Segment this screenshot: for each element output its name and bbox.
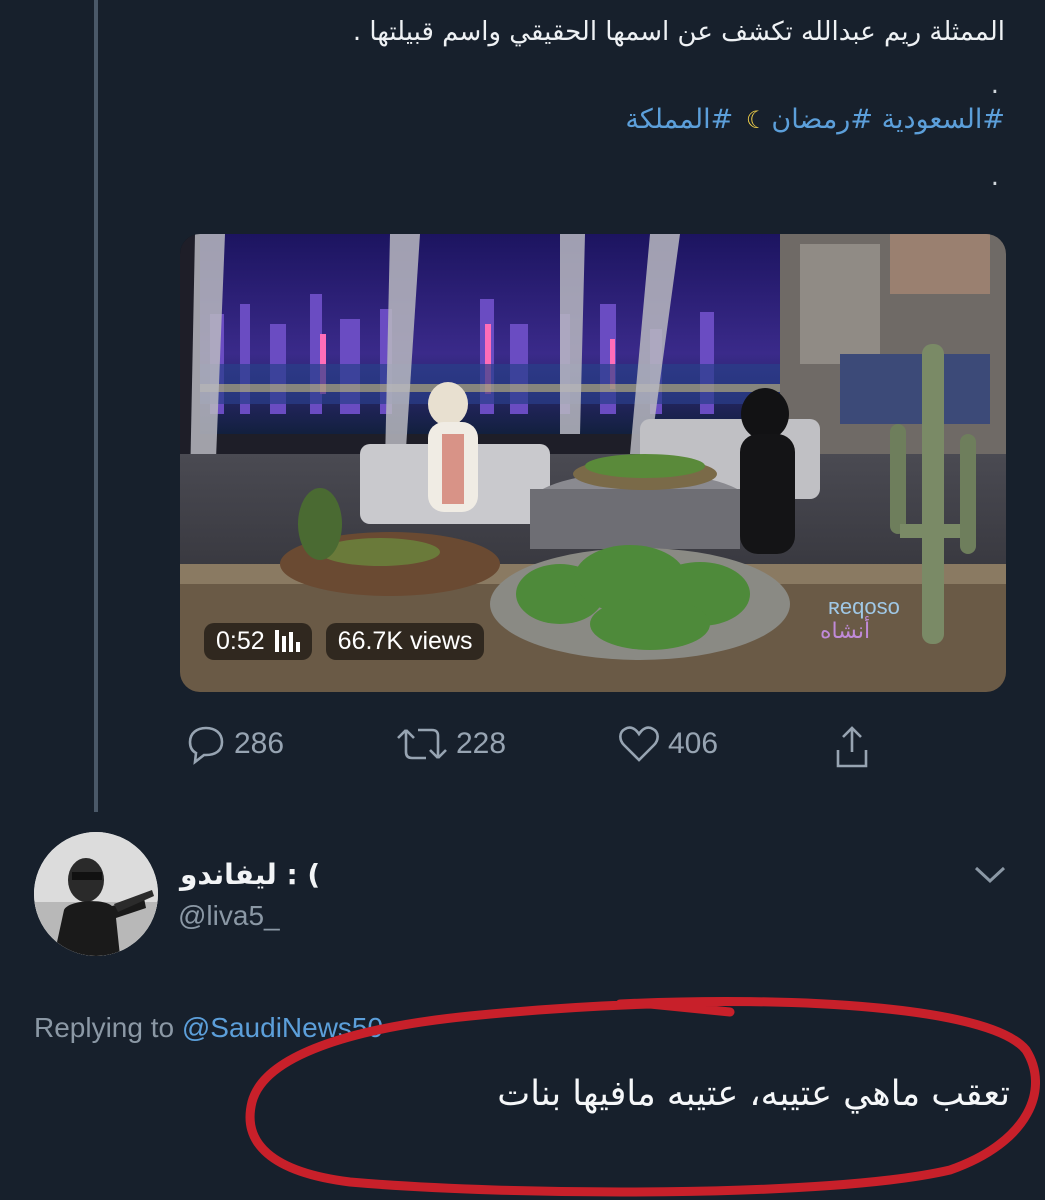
like-count: 406 bbox=[668, 727, 719, 760]
like-action[interactable]: 406 bbox=[616, 722, 718, 766]
channel-logo-arabic: أنشاه bbox=[820, 616, 870, 644]
retweet-action[interactable]: 228 bbox=[394, 722, 506, 766]
chevron-down-icon[interactable] bbox=[972, 862, 1008, 890]
red-annotation-circle bbox=[245, 996, 1040, 1197]
like-icon bbox=[619, 726, 659, 762]
reply-icon bbox=[188, 726, 224, 765]
tweet-actions: 286 228 406 bbox=[184, 722, 904, 778]
hashtag-kingdom[interactable]: #المملكة bbox=[625, 104, 733, 135]
reply-handle[interactable]: @liva5_ bbox=[178, 900, 280, 932]
reply-tweet: ليفاندو : ( @liva5_ Replying to @SaudiNe… bbox=[0, 812, 1045, 1200]
tweet-dot-separator-2: . bbox=[990, 162, 999, 192]
hashtag-saudi[interactable]: #السعودية bbox=[882, 104, 1005, 135]
audio-bars-icon bbox=[274, 630, 300, 652]
tweet-dot-separator: . bbox=[990, 70, 999, 100]
reply-action[interactable]: 286 bbox=[184, 722, 284, 766]
channel-logo: ʀeqoso bbox=[828, 594, 900, 619]
tweet-hashtags: #السعودية #رمضان☾ #المملكة bbox=[625, 104, 1005, 135]
retweet-icon bbox=[397, 728, 447, 760]
avatar-image bbox=[34, 832, 158, 956]
retweet-count: 228 bbox=[456, 727, 507, 760]
thread-connector-line bbox=[94, 0, 98, 812]
video-views: 66.7K views bbox=[337, 626, 473, 655]
avatar[interactable] bbox=[34, 832, 158, 956]
hashtag-ramadan[interactable]: #رمضان bbox=[771, 104, 873, 135]
video-views-badge: 66.7K views bbox=[325, 622, 485, 660]
replying-to-label: Replying to bbox=[34, 1012, 175, 1043]
reply-display-name[interactable]: ليفاندو : ( bbox=[180, 858, 320, 891]
share-action[interactable] bbox=[830, 722, 874, 772]
video-duration: 0:52 bbox=[216, 626, 265, 655]
share-icon bbox=[836, 726, 868, 768]
video-overlay: 0:52 66.7K views bbox=[204, 616, 485, 666]
video-duration-badge: 0:52 bbox=[204, 622, 312, 660]
reply-count: 286 bbox=[234, 727, 285, 760]
moon-emoji-icon: ☾ bbox=[745, 106, 768, 134]
tweet-text: الممثلة ريم عبدالله تكشف عن اسمها الحقيق… bbox=[352, 17, 1005, 47]
